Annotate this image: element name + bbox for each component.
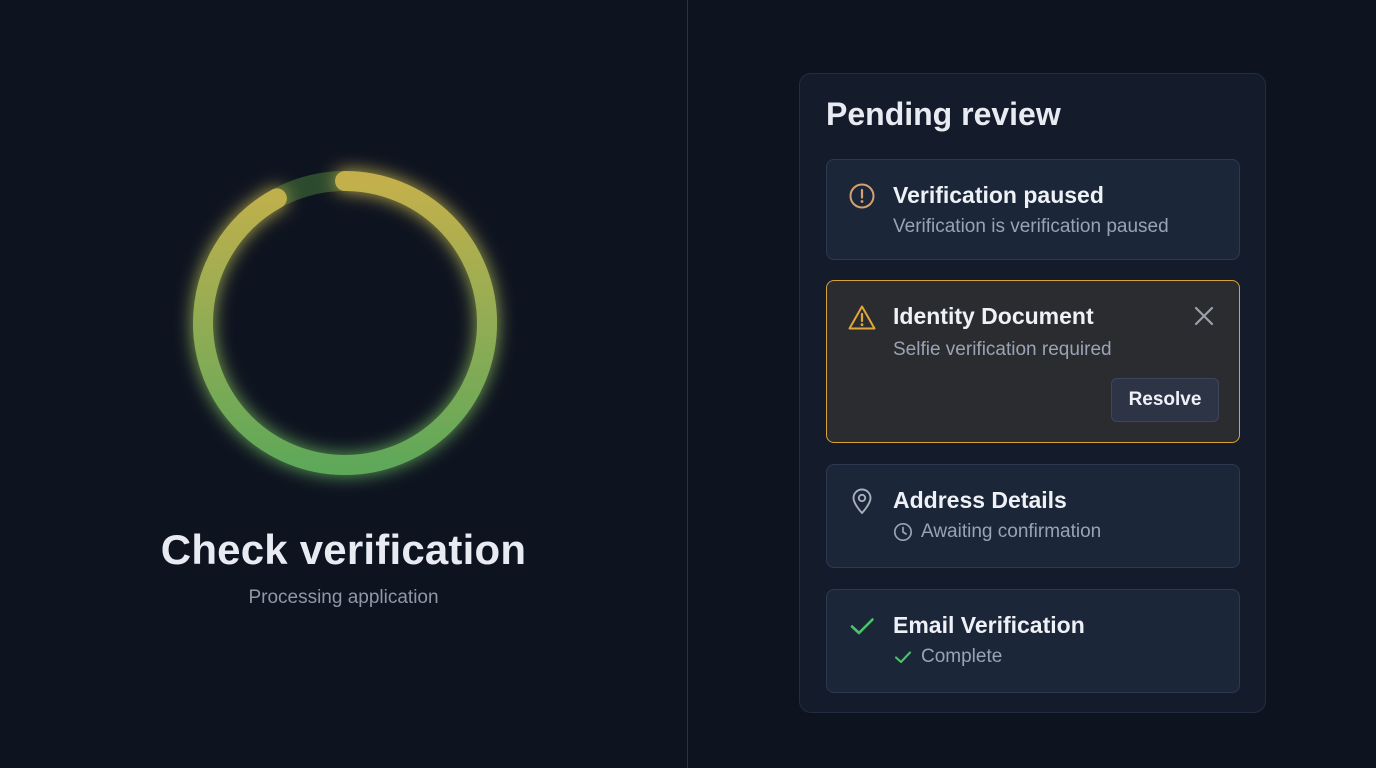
card-subtitle-text: Selfie verification required xyxy=(893,339,1112,360)
resolve-button[interactable]: Resolve xyxy=(1111,378,1219,422)
card-subtitle: Awaiting confirmation xyxy=(893,521,1101,543)
verification-paused-card[interactable]: Verification paused Verification is veri… xyxy=(826,159,1240,260)
status-subtitle: Processing application xyxy=(248,587,439,608)
checkmark-icon xyxy=(893,647,913,667)
status-title: Check verification xyxy=(160,526,527,573)
card-subtitle-text: Awaiting confirmation xyxy=(921,521,1102,542)
card-title: Email Verification xyxy=(893,612,1085,638)
identity-document-card[interactable]: Identity Document Selfie verification re… xyxy=(826,280,1240,443)
card-subtitle-text: Complete xyxy=(921,646,1003,667)
card-subtitle: Verification is verification paused xyxy=(893,216,1169,238)
pane-divider xyxy=(687,0,688,768)
card-subtitle-text: Verification is verification paused xyxy=(893,216,1169,237)
panel-title: Pending review xyxy=(826,96,1061,132)
address-details-card[interactable]: Address Details Awaiting confirmation xyxy=(826,464,1240,568)
progress-ring xyxy=(160,140,530,510)
location-pin-icon xyxy=(847,486,877,516)
card-subtitle: Complete xyxy=(893,646,1002,668)
progress-ring-arc xyxy=(193,171,497,475)
close-icon[interactable] xyxy=(1191,303,1217,329)
verification-screen: Check verification Processing applicatio… xyxy=(0,0,1376,768)
alert-circle-icon xyxy=(847,181,877,211)
card-subtitle: Selfie verification required xyxy=(893,339,1112,361)
checkmark-icon xyxy=(847,611,877,641)
progress-ring-graphic xyxy=(193,171,497,475)
warning-triangle-icon xyxy=(847,303,877,333)
card-title: Identity Document xyxy=(893,303,1094,329)
card-title: Verification paused xyxy=(893,182,1104,208)
card-title: Address Details xyxy=(893,487,1067,513)
email-verification-card[interactable]: Email Verification Complete xyxy=(826,589,1240,693)
clock-icon xyxy=(893,522,913,542)
pending-review-panel: Pending review Verification paused Verif… xyxy=(799,73,1266,713)
status-pane: Check verification Processing applicatio… xyxy=(0,0,687,768)
